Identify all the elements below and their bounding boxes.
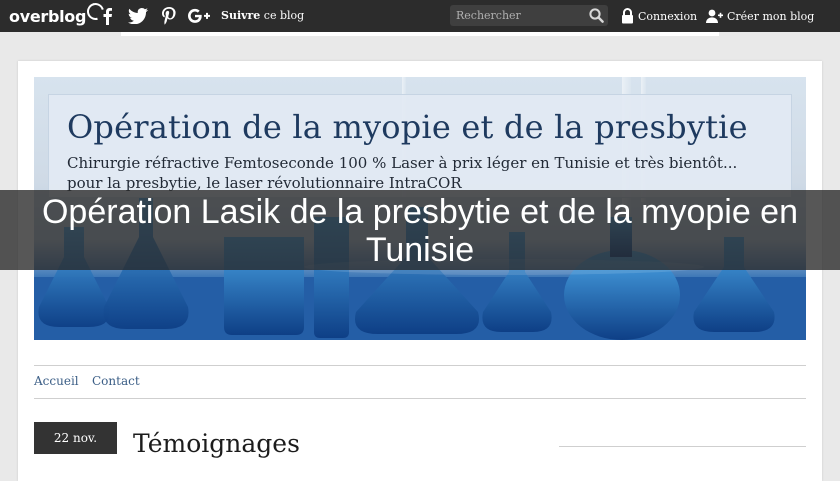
overblog-logo[interactable]: overblog: [9, 0, 108, 28]
follow-blog-link[interactable]: Suivre ce blog: [221, 0, 304, 32]
page-title-overlay: Opération Lasik de la presbytie et de la…: [0, 190, 840, 270]
login-label: Connexion: [638, 9, 698, 23]
follow-bold-label: Suivre: [221, 9, 261, 22]
search-icon[interactable]: [589, 8, 604, 27]
nav-item-contact[interactable]: Contact: [92, 374, 140, 388]
blog-subtitle: Chirurgie réfractive Femtoseconde 100 % …: [67, 153, 787, 193]
nav-item-accueil[interactable]: Accueil: [34, 374, 79, 388]
blog-title: Opération de la myopie et de la presbyti…: [67, 108, 748, 146]
top-bar: overblog Suivre ce blog Connexion Créer …: [0, 0, 840, 32]
user-add-icon: [706, 9, 723, 23]
create-blog-label: Créer mon blog: [727, 9, 815, 23]
search-input[interactable]: [450, 5, 586, 26]
follow-rest-label: ce blog: [260, 9, 305, 22]
post-date-badge: 22 nov.: [34, 422, 117, 454]
google-plus-icon[interactable]: [186, 0, 212, 32]
search-box: [450, 5, 608, 26]
post-title[interactable]: Témoignages: [133, 429, 300, 458]
blog-subtitle-line-1: Chirurgie réfractive Femtoseconde 100 % …: [67, 154, 738, 172]
blog-page: Opération de la myopie et de la presbyti…: [18, 61, 822, 481]
pinterest-icon[interactable]: [158, 0, 180, 32]
banner-text-panel: Opération de la myopie et de la presbyti…: [48, 94, 792, 198]
facebook-icon[interactable]: [97, 0, 117, 32]
lock-icon: [622, 8, 633, 24]
twitter-icon[interactable]: [126, 0, 150, 32]
main-nav: Accueil Contact: [34, 365, 806, 399]
logo-text: overblog: [9, 6, 87, 26]
sidebar-divider: [559, 446, 806, 447]
login-link[interactable]: Connexion: [621, 0, 697, 32]
create-blog-link[interactable]: Créer mon blog: [706, 0, 814, 32]
top-strip: [121, 32, 719, 36]
